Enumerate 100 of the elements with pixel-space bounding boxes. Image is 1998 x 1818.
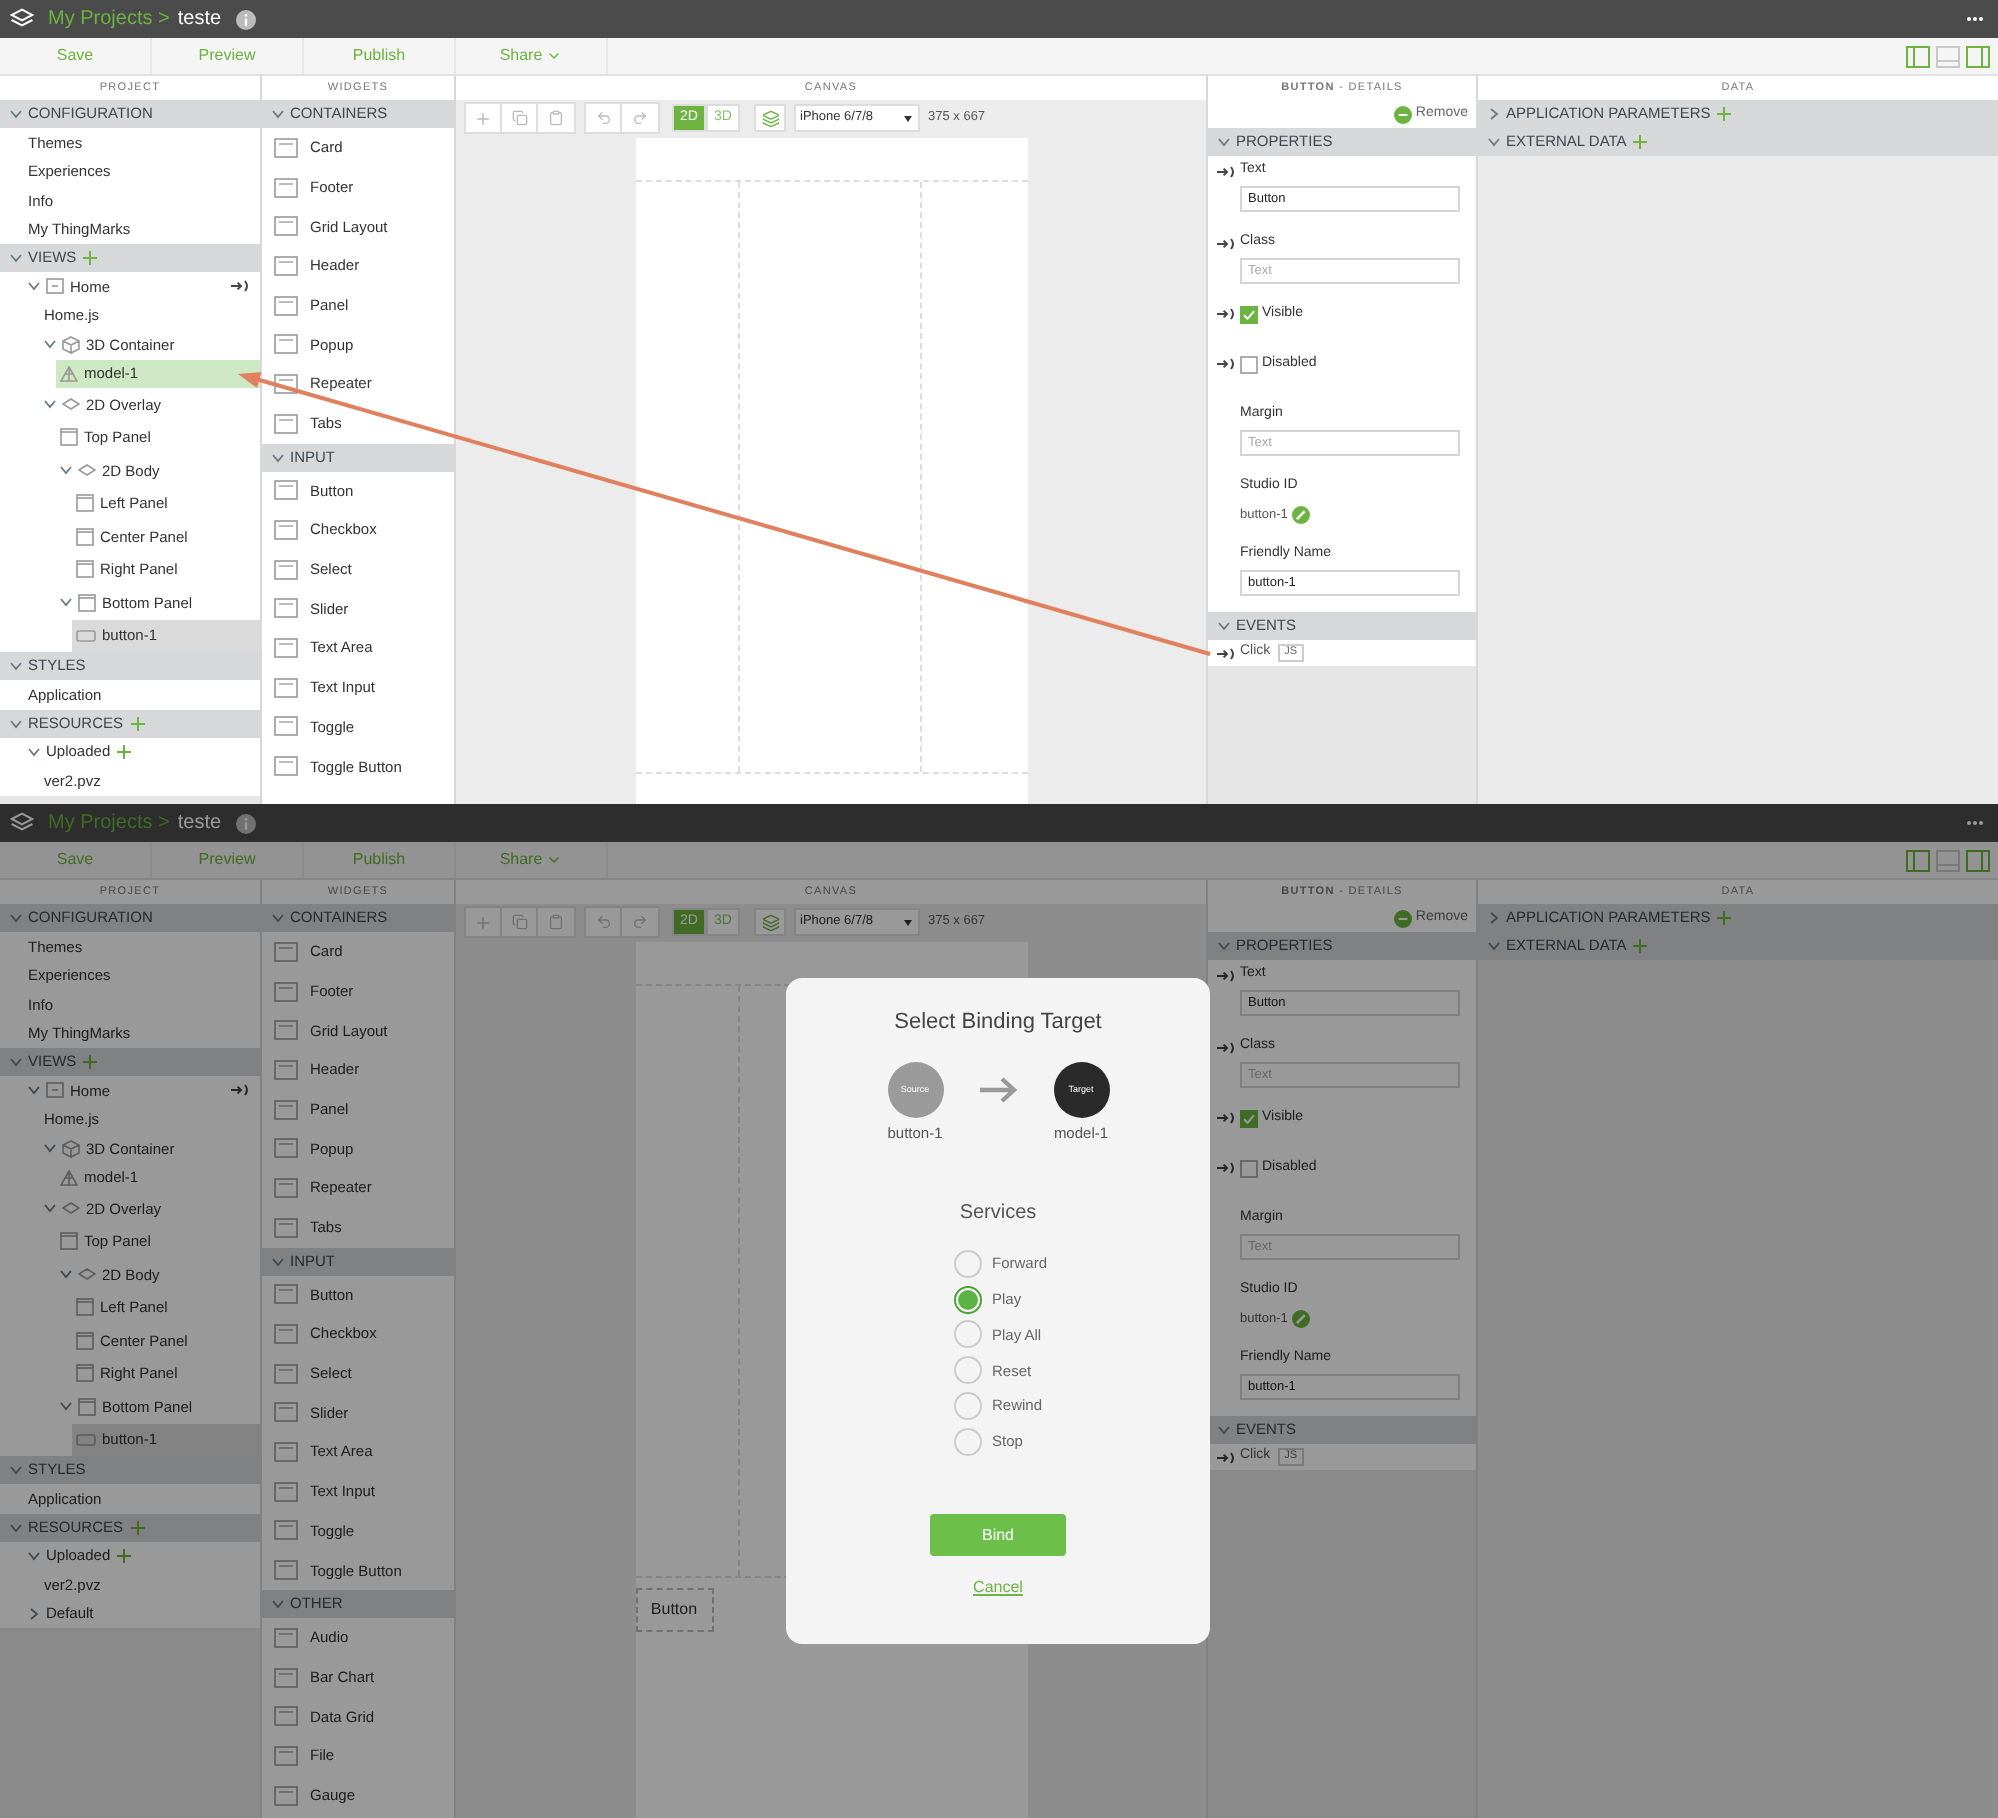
binding-icon[interactable] [1216, 969, 1236, 981]
chevron-down-icon[interactable] [60, 464, 72, 477]
chevron-right-icon[interactable] [1488, 912, 1500, 924]
chevron-down-icon[interactable] [44, 398, 56, 411]
left-panel-toggle[interactable] [1906, 849, 1930, 871]
binding-icon[interactable] [1216, 647, 1236, 659]
checkbox[interactable] [1240, 1159, 1258, 1177]
plus-icon[interactable] [116, 743, 133, 760]
checkbox[interactable] [1240, 1109, 1258, 1127]
chevron-down-icon[interactable] [60, 596, 72, 609]
chevron-down-icon[interactable] [1488, 136, 1500, 148]
plus-icon[interactable] [1632, 938, 1649, 954]
binding-icon[interactable] [1216, 237, 1236, 249]
canvas-button-widget[interactable]: Button [635, 1588, 713, 1632]
redo-icon [632, 110, 648, 126]
plus-icon[interactable] [129, 1519, 146, 1535]
chevron-down-icon[interactable] [10, 108, 22, 120]
widget-icon [274, 334, 298, 355]
chevron-down-icon[interactable] [60, 1268, 72, 1281]
chevron-down-icon[interactable] [44, 1202, 56, 1215]
bottom-panel-toggle[interactable] [1936, 849, 1960, 871]
chevron-down-icon[interactable] [44, 338, 56, 351]
chevron-down-icon[interactable] [28, 280, 40, 293]
more-icon[interactable] [1966, 820, 1984, 826]
chevron-down-icon[interactable] [272, 108, 284, 120]
edit-icon[interactable] [1291, 506, 1310, 524]
widget-icon [274, 598, 298, 619]
chevron-down-icon[interactable] [60, 1400, 72, 1413]
plus-icon[interactable] [129, 715, 146, 731]
binding-icon[interactable] [1216, 1162, 1236, 1174]
panel-icon [78, 1397, 96, 1416]
plus-icon[interactable] [82, 250, 99, 266]
chevron-down-icon[interactable] [10, 252, 22, 264]
chevron-down-icon[interactable] [10, 660, 22, 672]
widget-icon [274, 638, 298, 659]
chevron-down-icon[interactable] [28, 1549, 40, 1562]
more-icon[interactable] [1966, 16, 1984, 22]
chevron-down-icon[interactable] [1218, 136, 1230, 148]
chevron-right-icon[interactable] [1488, 108, 1500, 120]
info-icon[interactable] [235, 9, 256, 29]
binding-icon[interactable] [1216, 1041, 1236, 1053]
panel-icon [76, 1364, 94, 1383]
chevron-down-icon[interactable] [10, 1521, 22, 1533]
chevron-down-icon[interactable] [1218, 940, 1230, 952]
chevron-down-icon[interactable] [28, 1084, 40, 1097]
binding-icon[interactable] [1216, 1451, 1236, 1463]
chevron-down-icon[interactable] [1218, 1424, 1230, 1436]
left-panel-toggle[interactable] [1906, 45, 1930, 67]
widget-icon [274, 1138, 298, 1159]
binding-icon[interactable] [1216, 308, 1236, 320]
plus-icon[interactable] [116, 1547, 133, 1564]
plus-icon[interactable] [1632, 134, 1649, 150]
chevron-down-icon[interactable] [10, 717, 22, 729]
radio-button[interactable] [954, 1391, 982, 1420]
chevron-down-icon[interactable] [1218, 620, 1230, 632]
chevron-down-icon[interactable] [10, 1464, 22, 1476]
radio-button[interactable] [954, 1427, 982, 1456]
chevron-down-icon[interactable] [1488, 940, 1500, 952]
edit-icon[interactable] [1291, 1310, 1310, 1328]
binding-icon[interactable] [230, 1084, 250, 1097]
layers-button[interactable] [754, 104, 786, 132]
checkbox[interactable] [1240, 355, 1258, 373]
plus-icon[interactable] [82, 1054, 99, 1070]
chevron-down-icon[interactable] [44, 1142, 56, 1155]
chevron-down-icon[interactable] [10, 912, 22, 924]
right-panel-toggle[interactable] [1966, 45, 1990, 67]
radio-button[interactable] [954, 1285, 982, 1314]
panel-icon [60, 428, 78, 447]
info-icon[interactable] [235, 813, 256, 833]
checkbox[interactable] [1240, 305, 1258, 323]
chevron-down-icon [546, 852, 563, 868]
radio-button[interactable] [954, 1250, 982, 1279]
chevron-down-icon[interactable] [272, 1255, 284, 1267]
widget-icon [274, 1217, 298, 1238]
chevron-down-icon[interactable] [10, 1056, 22, 1068]
project-title: teste [177, 810, 222, 838]
chevron-right-icon[interactable] [28, 1607, 40, 1620]
binding-icon[interactable] [1216, 358, 1236, 370]
binding-icon[interactable] [230, 280, 250, 293]
breadcrumb-link[interactable]: My Projects > [48, 4, 170, 34]
widget-icon [274, 255, 298, 276]
binding-icon[interactable] [1216, 165, 1236, 177]
widget-icon [274, 559, 298, 580]
chevron-down-icon[interactable] [272, 1598, 284, 1610]
right-panel-toggle[interactable] [1966, 849, 1990, 871]
plus-icon[interactable] [1716, 106, 1733, 122]
radio-button[interactable] [954, 1320, 982, 1349]
layers-button[interactable] [754, 908, 786, 936]
binding-icon[interactable] [1216, 1112, 1236, 1124]
chevron-down-icon[interactable] [272, 451, 284, 463]
widget-icon [274, 1785, 298, 1806]
widget-icon [274, 1481, 298, 1502]
radio-button[interactable] [954, 1356, 982, 1385]
bottom-panel-toggle[interactable] [1936, 45, 1960, 67]
chevron-down-icon[interactable] [272, 912, 284, 924]
plus-icon[interactable] [1716, 910, 1733, 926]
widget-icon [274, 1745, 298, 1766]
chevron-down-icon[interactable] [28, 745, 40, 758]
dialog-title: Select Binding Target [894, 1008, 1102, 1038]
widget-icon [274, 1324, 298, 1345]
